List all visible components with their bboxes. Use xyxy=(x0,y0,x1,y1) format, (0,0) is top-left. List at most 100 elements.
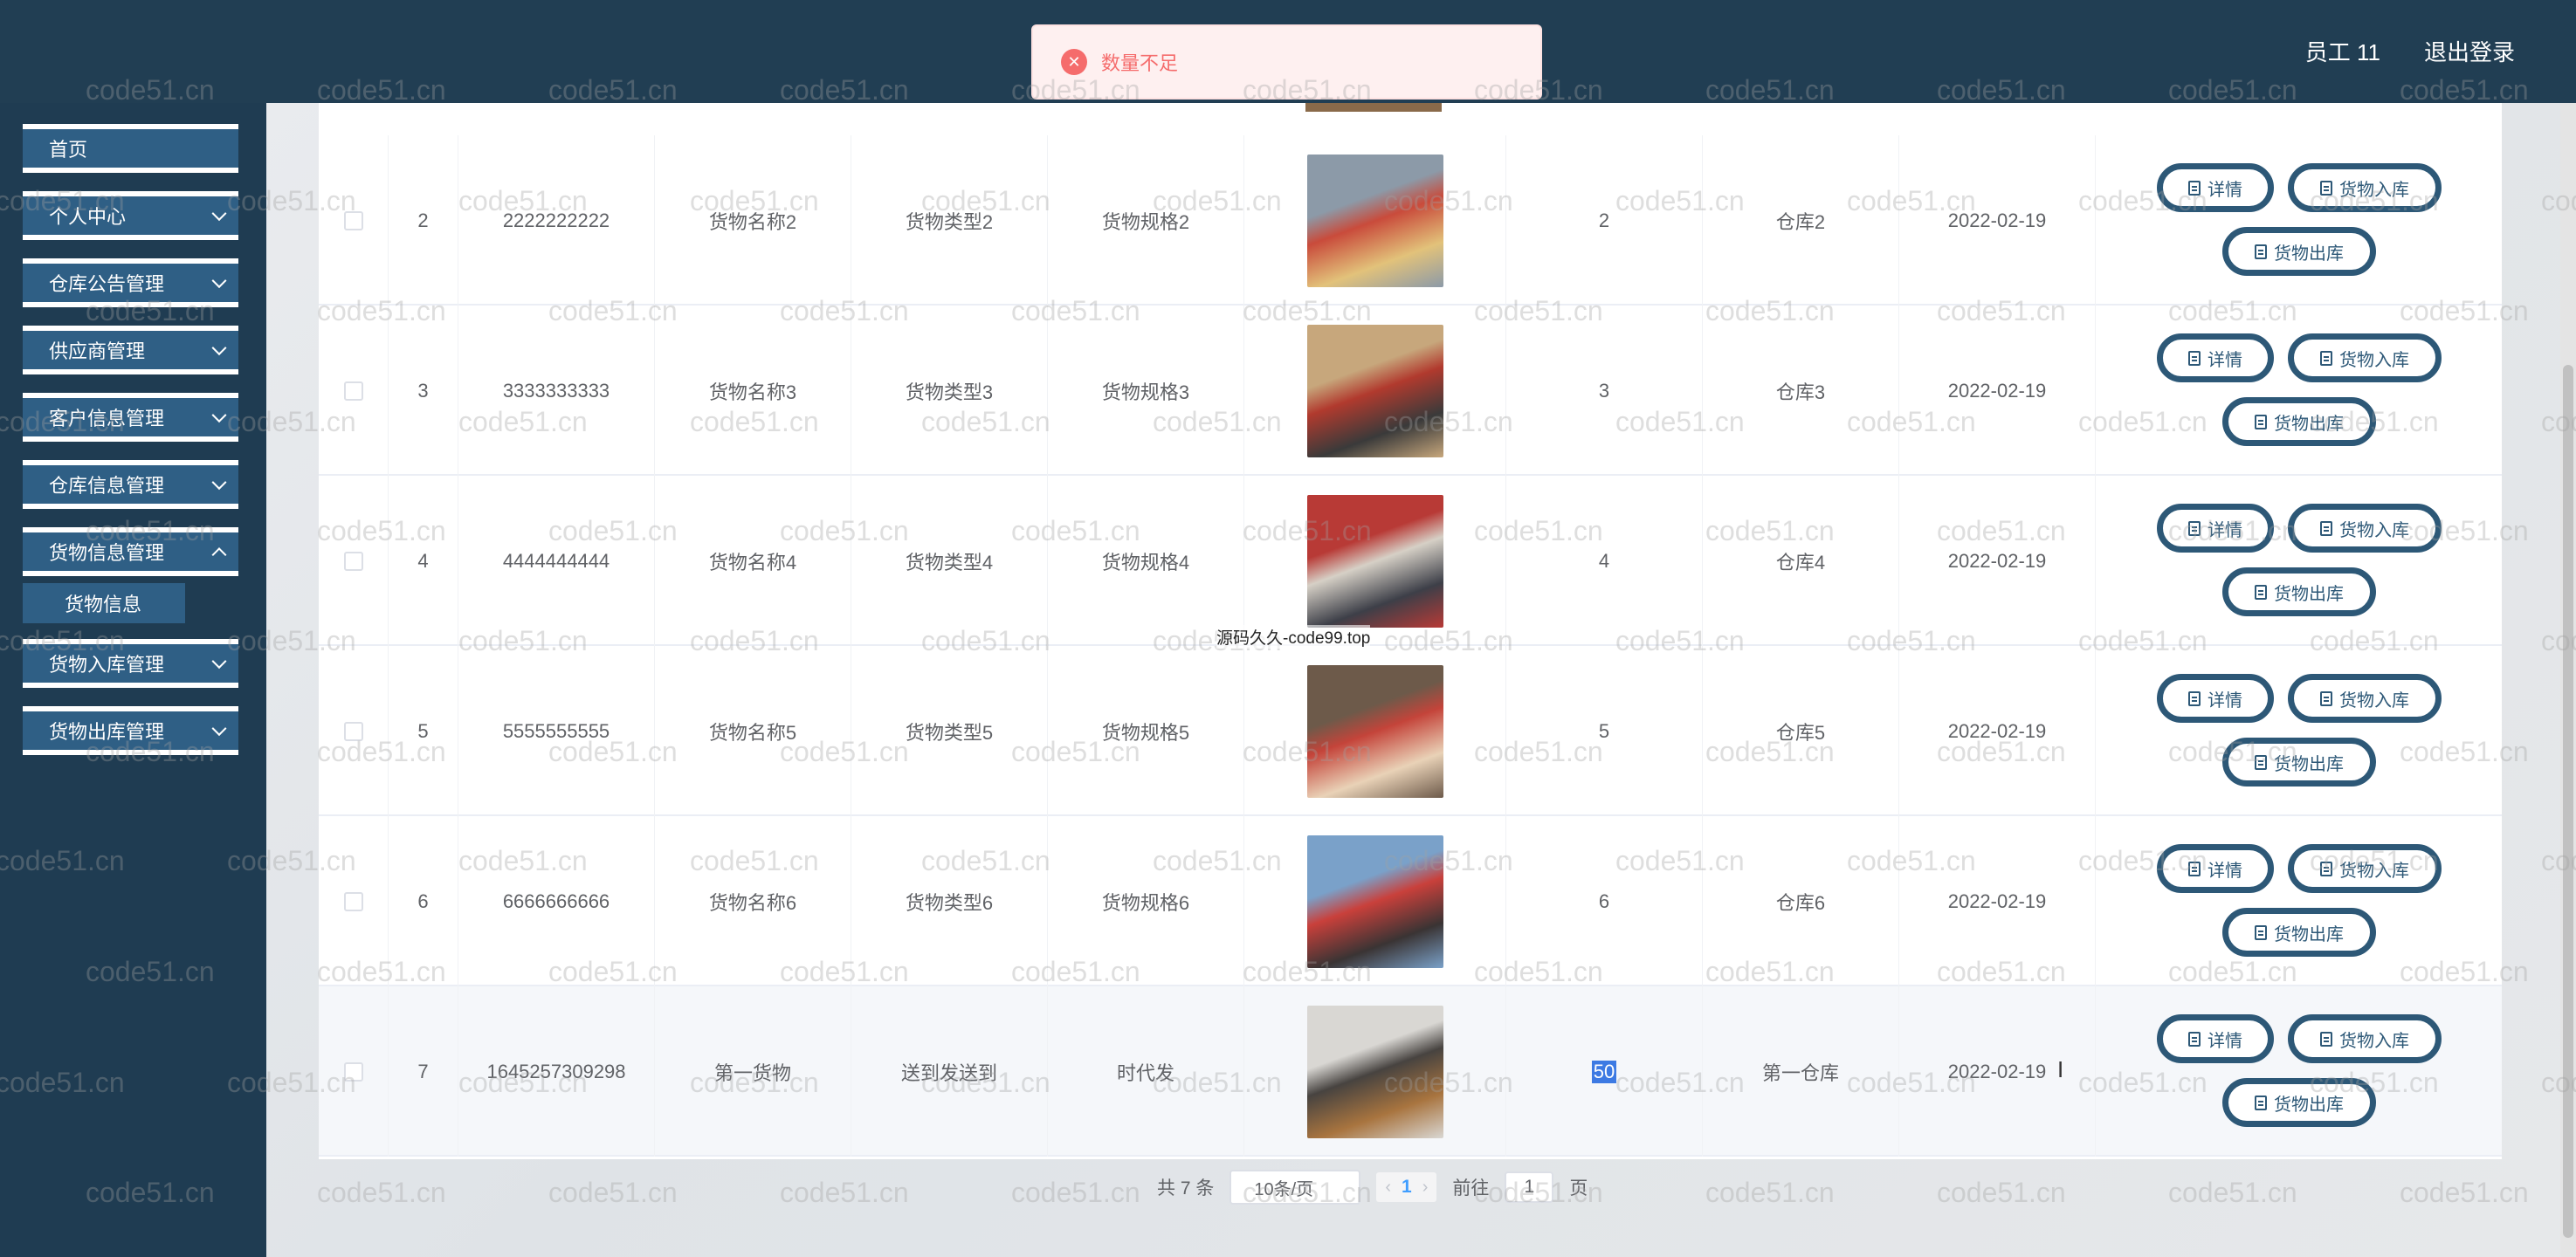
row-checkbox[interactable] xyxy=(343,891,363,911)
document-icon xyxy=(2320,690,2332,706)
document-icon xyxy=(2320,1031,2332,1047)
row-checkbox[interactable] xyxy=(343,381,363,401)
cell-code-text: 4444444444 xyxy=(502,549,610,572)
cell-name: 货物名称3 xyxy=(655,306,851,476)
cell-spec-text: 货物规格4 xyxy=(1101,551,1190,574)
cell-name: 货物名称4 xyxy=(655,476,851,646)
cell-qty: 5 xyxy=(1506,646,1703,816)
cell-code-text: 5555555555 xyxy=(502,719,610,742)
prev-page-icon[interactable]: ‹ xyxy=(1385,1178,1391,1198)
detail-button[interactable]: 详情 xyxy=(2157,674,2274,723)
detail-button[interactable]: 详情 xyxy=(2157,1014,2274,1063)
inbound-button-label: 货物入库 xyxy=(2339,350,2409,370)
document-icon xyxy=(2320,861,2332,876)
table-row: 7 1645257309298 第一货物 送到发送到 时代发 50 第一仓库 2022-02-… xyxy=(319,986,2502,1157)
cell-date: 2022-02-19 xyxy=(1899,816,2096,986)
cell-warehouse-text: 仓库3 xyxy=(1775,381,1826,403)
detail-button[interactable]: 详情 xyxy=(2157,333,2274,382)
cell-index: 3 xyxy=(389,306,458,476)
row-checkbox[interactable] xyxy=(343,721,363,741)
sidebar-subitem-goods-info[interactable]: 货物信息 xyxy=(23,583,185,623)
cell-spec-text: 货物规格3 xyxy=(1101,381,1190,403)
inbound-button-label: 货物入库 xyxy=(2339,690,2409,711)
document-icon xyxy=(2320,350,2332,366)
detail-button-label: 详情 xyxy=(2208,690,2242,711)
sidebar-item-supplier[interactable]: 供应商管理 xyxy=(23,326,238,374)
detail-button[interactable]: 详情 xyxy=(2157,844,2274,893)
cell-index-text: 4 xyxy=(417,549,429,572)
cell-type: 货物类型5 xyxy=(851,646,1048,816)
sidebar-item-goods-outbound[interactable]: 货物出库管理 xyxy=(23,706,238,755)
goods-image[interactable] xyxy=(1306,494,1443,628)
sidebar-item-label: 仓库公告管理 xyxy=(49,273,165,295)
error-toast: ✕ 数量不足 xyxy=(1031,24,1542,100)
cell-type-text: 货物类型4 xyxy=(905,551,994,574)
goods-image[interactable] xyxy=(1306,835,1443,968)
outbound-button[interactable]: 货物出库 xyxy=(2222,227,2376,276)
sidebar-item-personal-center[interactable]: 个人中心 xyxy=(23,191,238,240)
inbound-button[interactable]: 货物入库 xyxy=(2288,844,2442,893)
page-number-current[interactable]: 1 xyxy=(1402,1177,1412,1198)
document-icon xyxy=(2320,180,2332,196)
sidebar-item-goods-inbound[interactable]: 货物入库管理 xyxy=(23,639,238,688)
goto-page-input[interactable]: 1 xyxy=(1505,1171,1554,1203)
cell-code-text: 3333333333 xyxy=(502,379,610,402)
detail-button-label: 详情 xyxy=(2208,350,2242,370)
goods-image[interactable] xyxy=(1306,664,1443,798)
inbound-button[interactable]: 货物入库 xyxy=(2288,333,2442,382)
cell-type: 货物类型4 xyxy=(851,476,1048,646)
detail-button[interactable]: 详情 xyxy=(2157,504,2274,553)
logout-link[interactable]: 退出登录 xyxy=(2424,35,2515,67)
document-icon xyxy=(2255,754,2267,770)
sidebar-item-warehouse-notice[interactable]: 仓库公告管理 xyxy=(23,258,238,307)
chevron-down-icon xyxy=(211,273,227,289)
table-row: 2 2222222222 货物名称2 货物类型2 货物规格2 2 仓库2 2022-02-19… xyxy=(319,135,2502,306)
chevron-down-icon xyxy=(211,721,227,737)
cell-spec-text: 货物规格5 xyxy=(1101,721,1190,744)
row-checkbox[interactable] xyxy=(343,210,363,230)
goods-image-cell xyxy=(1244,646,1506,816)
sidebar-item-home[interactable]: 首页 xyxy=(23,124,238,173)
sidebar-item-goods-info[interactable]: 货物信息管理 xyxy=(23,527,238,576)
cell-type-text: 货物类型3 xyxy=(905,381,994,403)
outbound-button[interactable]: 货物出库 xyxy=(2222,908,2376,957)
sidebar-item-warehouse-info[interactable]: 仓库信息管理 xyxy=(23,460,238,509)
goods-table: 2 2222222222 货物名称2 货物类型2 货物规格2 2 仓库2 2022-02-19… xyxy=(319,103,2502,1159)
row-checkbox[interactable] xyxy=(343,1061,363,1082)
inbound-button[interactable]: 货物入库 xyxy=(2288,1014,2442,1063)
cell-spec-text: 时代发 xyxy=(1116,1061,1174,1084)
goods-image[interactable] xyxy=(1306,1005,1443,1138)
cell-qty: 3 xyxy=(1506,306,1703,476)
outbound-button[interactable]: 货物出库 xyxy=(2222,397,2376,446)
cell-index: 6 xyxy=(389,816,458,986)
document-icon xyxy=(2188,861,2201,876)
cell-date-text: 2022-02-19 xyxy=(1947,890,2047,912)
scrollbar-thumb[interactable] xyxy=(2563,365,2573,1238)
main-content: 2 2222222222 货物名称2 货物类型2 货物规格2 2 仓库2 2022-02-19… xyxy=(266,103,2576,1257)
cell-spec: 货物规格6 xyxy=(1048,816,1244,986)
sidebar-item-customer[interactable]: 客户信息管理 xyxy=(23,393,238,442)
sidebar-item-label: 货物入库管理 xyxy=(49,654,165,676)
inbound-button-label: 货物入库 xyxy=(2339,180,2409,200)
outbound-button[interactable]: 货物出库 xyxy=(2222,1078,2376,1127)
goods-image-cell xyxy=(1244,306,1506,476)
page-size-select[interactable]: 10条/页 xyxy=(1229,1170,1361,1205)
sidebar-subitem-label: 货物信息 xyxy=(65,594,142,615)
detail-button[interactable]: 详情 xyxy=(2157,163,2274,212)
detail-button-label: 详情 xyxy=(2208,861,2242,881)
cell-warehouse-text: 仓库6 xyxy=(1775,891,1826,914)
goods-image[interactable] xyxy=(1306,154,1443,287)
row-checkbox[interactable] xyxy=(343,551,363,571)
cell-code-text: 2222222222 xyxy=(502,209,610,231)
goods-image[interactable] xyxy=(1306,324,1443,457)
inbound-button[interactable]: 货物入库 xyxy=(2288,504,2442,553)
vertical-scrollbar[interactable] xyxy=(2560,103,2576,1257)
cell-code: 6666666666 xyxy=(458,816,655,986)
cell-type-text: 货物类型5 xyxy=(905,721,994,744)
inbound-button[interactable]: 货物入库 xyxy=(2288,674,2442,723)
next-page-icon[interactable]: › xyxy=(1422,1178,1429,1198)
inbound-button[interactable]: 货物入库 xyxy=(2288,163,2442,212)
goto-prefix: 前往 xyxy=(1452,1178,1490,1199)
outbound-button[interactable]: 货物出库 xyxy=(2222,567,2376,616)
outbound-button[interactable]: 货物出库 xyxy=(2222,738,2376,786)
